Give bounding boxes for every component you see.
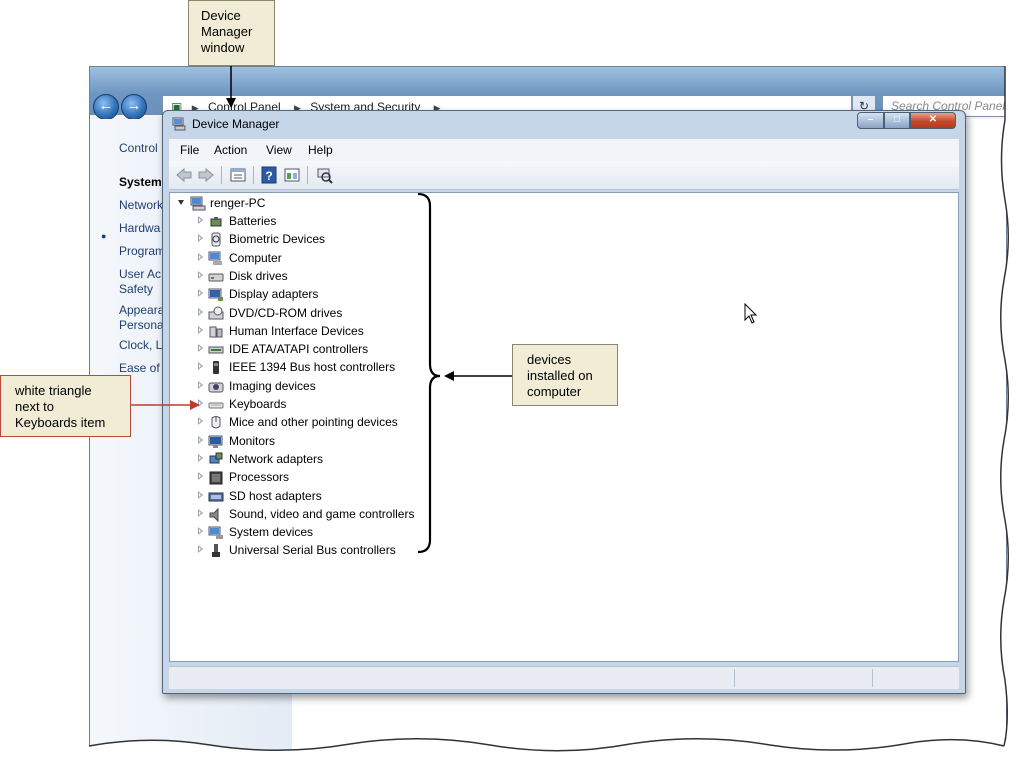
arrowhead-icon: [444, 371, 454, 381]
arrowhead-icon: [226, 98, 236, 108]
callout-devices-installed: devices installed on computer: [512, 344, 618, 406]
callout-line: computer: [527, 384, 582, 399]
callout-line: white triangle: [15, 383, 92, 398]
torn-edge-right: [1000, 66, 1024, 756]
callout-line: Keyboards item: [15, 415, 106, 430]
callout-line: Device: [201, 8, 241, 23]
torn-edge-bottom: [0, 738, 1024, 767]
mouse-cursor-icon: [744, 303, 758, 324]
callout-line: Manager: [201, 24, 253, 39]
callout-line: next to: [15, 399, 55, 414]
callout-line: devices: [527, 352, 572, 367]
arrowhead-icon: [190, 400, 200, 410]
callout-white-triangle: white triangle next to Keyboards item: [0, 375, 131, 437]
callout-device-manager-window: Device Manager window: [188, 0, 275, 66]
callout-line: installed on: [527, 368, 593, 383]
device-list-brace: [417, 192, 441, 554]
callout-line: window: [201, 40, 245, 55]
